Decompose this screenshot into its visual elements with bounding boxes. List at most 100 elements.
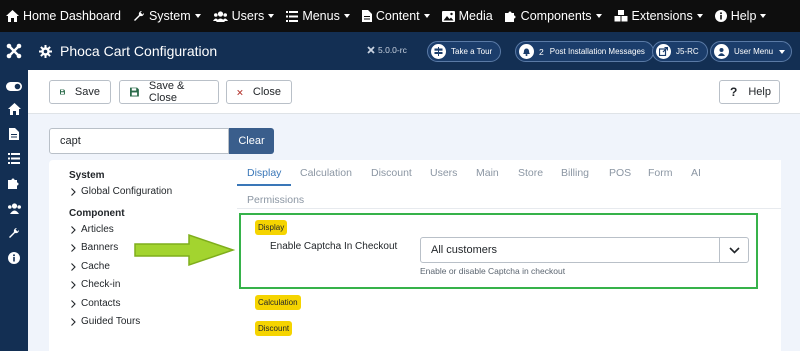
badge-calculation: Calculation	[255, 295, 301, 310]
menu-menus[interactable]: Menus	[286, 9, 350, 23]
close-label: Close	[252, 86, 281, 98]
menu-home-dashboard[interactable]: Home Dashboard	[6, 9, 121, 23]
sidebar-home-icon[interactable]	[5, 100, 23, 118]
user-menu-button[interactable]: User Menu	[710, 41, 793, 62]
joomla-logo[interactable]	[0, 32, 28, 70]
menu-components[interactable]: Components	[504, 9, 602, 23]
captcha-field-description: Enable or disable Captcha in checkout	[420, 266, 566, 276]
nav-link-cache[interactable]: Cache	[71, 261, 110, 272]
wrench-icon	[133, 10, 144, 21]
section-title-system: System	[69, 170, 105, 181]
sidebar-users-icon[interactable]	[5, 199, 23, 217]
chevron-right-icon	[71, 225, 76, 234]
nav-link-contacts[interactable]: Contacts	[71, 298, 120, 309]
nav-link-label: Contacts	[81, 298, 121, 309]
nav-link-label: Banners	[81, 242, 119, 253]
search-value: capt	[60, 135, 81, 147]
floppy-disk-icon	[130, 87, 139, 97]
close-button[interactable]: Close	[226, 80, 292, 104]
user-icon	[714, 44, 729, 59]
sidebar-menus-icon[interactable]	[5, 149, 23, 167]
home-icon	[6, 10, 19, 22]
sidebar-content-icon[interactable]	[5, 125, 23, 143]
external-link-icon	[656, 44, 671, 59]
user-menu-label: User Menu	[734, 47, 774, 56]
chevron-right-icon	[71, 317, 76, 326]
chevron-down-icon	[423, 14, 430, 18]
chevron-right-icon	[71, 262, 76, 271]
nav-link-guided-tours[interactable]: Guided Tours	[71, 316, 140, 327]
sidebar-system-icon[interactable]	[5, 224, 23, 242]
menu-users[interactable]: Users	[212, 9, 275, 23]
captcha-select[interactable]: All customers	[420, 237, 749, 263]
tab-ai[interactable]: AI	[691, 167, 701, 179]
tab-users[interactable]: Users	[430, 167, 457, 179]
save-close-label: Save & Close	[148, 80, 185, 104]
chevron-right-icon	[71, 299, 76, 308]
search-input[interactable]: capt	[49, 128, 229, 154]
post-installation-button[interactable]: 2 Post Installation Messages	[515, 41, 654, 62]
sidebar-components-icon[interactable]	[5, 174, 23, 192]
menu-media[interactable]: Media	[441, 9, 493, 23]
tab-display[interactable]: Display	[247, 167, 281, 179]
help-label: Help	[748, 86, 771, 98]
tab-billing[interactable]: Billing	[561, 167, 589, 179]
chevron-down-icon	[760, 14, 767, 18]
sidebar-toggle-icon[interactable]	[5, 77, 23, 95]
save-button[interactable]: Save	[49, 80, 111, 104]
badge-discount: Discount	[255, 321, 293, 336]
take-tour-button[interactable]: Take a Tour	[427, 41, 502, 62]
post-install-label: Post Installation Messages	[549, 47, 645, 56]
chevron-down-icon	[343, 14, 350, 18]
help-button[interactable]: ? Help	[719, 80, 780, 104]
file-icon	[361, 10, 372, 22]
gear-icon	[39, 44, 52, 58]
admin-top-menu: Home Dashboard System Users Menus Conten…	[0, 0, 800, 32]
menu-help[interactable]: Help	[714, 9, 767, 23]
image-icon	[441, 10, 455, 22]
tab-form[interactable]: Form	[648, 167, 673, 179]
toolbar: Save Save & Close Close ? Help	[28, 70, 800, 114]
page-title: Phoca Cart Configuration	[39, 43, 217, 59]
clear-button[interactable]: Clear	[229, 128, 274, 154]
tab-pos[interactable]: POS	[609, 167, 631, 179]
annotation-arrow-icon	[134, 233, 236, 267]
chevron-down-icon	[268, 14, 275, 18]
menu-label: Components	[520, 9, 592, 23]
nav-link-label: Guided Tours	[81, 316, 141, 327]
take-tour-label: Take a Tour	[451, 47, 493, 56]
sidebar-help-icon[interactable]	[5, 249, 23, 267]
menu-content[interactable]: Content	[361, 9, 430, 23]
puzzle-icon	[504, 11, 516, 22]
users-icon	[212, 10, 228, 22]
tab-store[interactable]: Store	[518, 167, 543, 179]
bell-icon	[519, 44, 534, 59]
tab-calculation[interactable]: Calculation	[300, 167, 352, 179]
chevron-right-icon	[71, 243, 76, 252]
admin-sidebar	[0, 32, 28, 351]
site-label: J5-RC	[676, 47, 699, 56]
chevron-down-icon	[719, 238, 748, 262]
menu-label: Content	[375, 9, 420, 23]
nav-link-check-in[interactable]: Check-in	[71, 279, 120, 290]
chevron-right-icon	[71, 280, 76, 289]
tab-discount[interactable]: Discount	[371, 167, 412, 179]
nav-link-label: Articles	[81, 224, 114, 235]
nav-link-label: Global Configuration	[81, 186, 173, 197]
nav-link-global-configuration[interactable]: Global Configuration	[71, 186, 172, 197]
menu-extensions[interactable]: Extensions	[614, 9, 703, 23]
menu-system[interactable]: System	[133, 9, 201, 23]
question-icon: ?	[730, 85, 738, 99]
nav-link-banners[interactable]: Banners	[71, 242, 118, 253]
chevron-down-icon	[779, 49, 786, 54]
captcha-field-label: Enable Captcha In Checkout	[270, 241, 398, 252]
save-close-button[interactable]: Save & Close	[119, 80, 219, 104]
signpost-icon	[431, 44, 446, 59]
info-icon	[714, 10, 727, 22]
tab-main[interactable]: Main	[476, 167, 499, 179]
tab-permissions[interactable]: Permissions	[247, 194, 304, 206]
menu-label: System	[148, 9, 191, 23]
nav-link-articles[interactable]: Articles	[71, 224, 114, 235]
chevron-down-icon	[696, 14, 703, 18]
site-link-button[interactable]: J5-RC	[652, 41, 708, 62]
